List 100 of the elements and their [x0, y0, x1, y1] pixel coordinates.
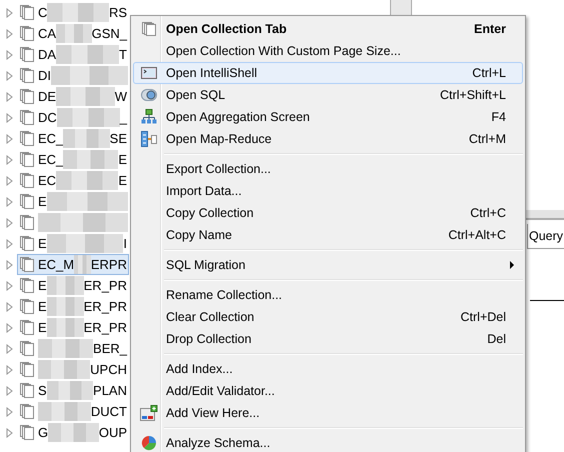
- shortcut-text: Ctrl+Shift+L: [440, 88, 506, 102]
- map-reduce-icon: [141, 131, 157, 147]
- menu-item[interactable]: Analyze Schema...: [133, 432, 523, 452]
- collection-name: EC_M: [38, 257, 74, 272]
- tree-item[interactable]: E ER_PR: [17, 275, 129, 296]
- menu-item[interactable]: Open Collection With Custom Page Size...: [133, 40, 523, 62]
- tree-item[interactable]: G OUP: [17, 422, 129, 443]
- collection-name: G: [38, 425, 48, 440]
- tree-item[interactable]: E ER_PR: [17, 317, 129, 338]
- expand-arrow-icon[interactable]: [6, 70, 13, 80]
- menu-item[interactable]: Open Collection Tab Enter: [133, 18, 523, 40]
- shortcut-text: Enter: [474, 22, 506, 36]
- blurred-text: [74, 255, 91, 274]
- expand-arrow-icon[interactable]: [6, 364, 13, 374]
- menu-item[interactable]: SQL Migration: [133, 254, 523, 276]
- expand-arrow-icon[interactable]: [6, 134, 13, 144]
- tree-item[interactable]: [17, 212, 129, 233]
- collection-icon: [20, 26, 34, 41]
- collection-name: E: [38, 194, 47, 209]
- menu-item[interactable]: Add Index...: [133, 358, 523, 380]
- tree-item[interactable]: EC_ SE: [17, 128, 129, 149]
- collection-name: ER_PR: [84, 320, 127, 335]
- tree-item[interactable]: E: [17, 191, 129, 212]
- tree-item[interactable]: E ER_PR: [17, 296, 129, 317]
- shortcut-text: Ctrl+Del: [460, 310, 506, 324]
- menu-item[interactable]: Add View Here...: [133, 402, 523, 424]
- collection-name: C: [38, 5, 48, 20]
- collection-name: EC_: [38, 131, 64, 146]
- collection-icon: [20, 299, 34, 314]
- collection-name: E: [118, 173, 127, 188]
- collection-name: ERPR: [90, 257, 127, 272]
- expand-arrow-icon[interactable]: [6, 260, 13, 270]
- collection-name: E: [38, 236, 47, 251]
- collection-name: E: [118, 152, 127, 167]
- menu-item[interactable]: Drop Collection Del: [133, 328, 523, 350]
- blurred-text: [48, 423, 99, 442]
- tree-item[interactable]: DC _: [17, 107, 129, 128]
- expand-arrow-icon[interactable]: [6, 322, 13, 332]
- blurred-text: [47, 3, 109, 22]
- menu-item[interactable]: Open IntelliShell Ctrl+L: [133, 62, 523, 84]
- collection-name: OUP: [98, 425, 127, 440]
- expand-arrow-icon[interactable]: [6, 50, 13, 60]
- expand-arrow-icon[interactable]: [6, 428, 13, 438]
- tree-item[interactable]: EC_M ERPR: [17, 254, 129, 275]
- tree-item[interactable]: DI: [17, 65, 129, 86]
- tree-item[interactable]: S PLAN: [17, 380, 129, 401]
- expand-arrow-icon[interactable]: [6, 196, 13, 206]
- blurred-text: [56, 24, 92, 43]
- menu-item[interactable]: Open Aggregation Screen F4: [133, 106, 523, 128]
- tree-item[interactable]: BER_: [17, 338, 129, 359]
- collection-icon: [20, 320, 34, 335]
- menu-item[interactable]: Open SQL Ctrl+Shift+L: [133, 84, 523, 106]
- expand-arrow-icon[interactable]: [6, 176, 13, 186]
- expand-arrow-icon[interactable]: [6, 8, 13, 18]
- collection-icon: [20, 341, 34, 356]
- menu-item[interactable]: Import Data...: [133, 180, 523, 202]
- terminal-icon: [141, 66, 157, 80]
- menu-item[interactable]: Clear Collection Ctrl+Del: [133, 306, 523, 328]
- pie-chart-icon: [141, 435, 157, 451]
- expand-arrow-icon[interactable]: [6, 154, 13, 164]
- collection-name: T: [119, 47, 127, 62]
- menu-item[interactable]: Export Collection...: [133, 158, 523, 180]
- menu-item[interactable]: Rename Collection...: [133, 284, 523, 306]
- blurred-text: [38, 339, 94, 358]
- tree-item[interactable]: EC E: [17, 170, 129, 191]
- menu-item[interactable]: Copy Name Ctrl+Alt+C: [133, 224, 523, 246]
- tree-item[interactable]: DUCT: [17, 401, 129, 422]
- menu-item[interactable]: Add/Edit Validator...: [133, 380, 523, 402]
- menu-item[interactable]: Open Map-Reduce Ctrl+M: [133, 128, 523, 150]
- expand-arrow-icon[interactable]: [6, 406, 13, 416]
- hierarchy-icon: [141, 109, 157, 125]
- collection-icon: [20, 173, 34, 188]
- expand-arrow-icon[interactable]: [6, 28, 13, 38]
- menu-item[interactable]: Copy Collection Ctrl+C: [133, 202, 523, 224]
- expand-arrow-icon[interactable]: [6, 112, 13, 122]
- collection-name: E: [38, 278, 47, 293]
- shortcut-text: Ctrl+C: [470, 206, 506, 220]
- collection-icon: [20, 257, 34, 272]
- collection-icon: [20, 404, 34, 419]
- tree-item[interactable]: E I: [17, 233, 129, 254]
- tree-item[interactable]: DE W: [17, 86, 129, 107]
- collection-name: UPCH: [90, 362, 127, 377]
- collection-name: I: [123, 236, 127, 251]
- expand-arrow-icon[interactable]: [6, 238, 13, 248]
- tree-item[interactable]: DA T: [17, 44, 129, 65]
- tree-item[interactable]: UPCH: [17, 359, 129, 380]
- expand-arrow-icon[interactable]: [6, 280, 13, 290]
- add-view-icon: [140, 405, 158, 421]
- collection-icon: [20, 47, 34, 62]
- tree-item[interactable]: C RS: [17, 2, 129, 23]
- tree-item[interactable]: CA GSN_: [17, 23, 129, 44]
- expand-arrow-icon[interactable]: [6, 92, 13, 102]
- expand-arrow-icon[interactable]: [6, 386, 13, 396]
- tree-item[interactable]: EC_ E: [17, 149, 129, 170]
- collection-icon: [20, 68, 34, 83]
- expand-arrow-icon[interactable]: [6, 218, 13, 228]
- expand-arrow-icon[interactable]: [6, 344, 13, 354]
- expand-arrow-icon[interactable]: [6, 302, 13, 312]
- query-tab[interactable]: Query: [527, 224, 564, 249]
- blurred-text: [38, 360, 90, 379]
